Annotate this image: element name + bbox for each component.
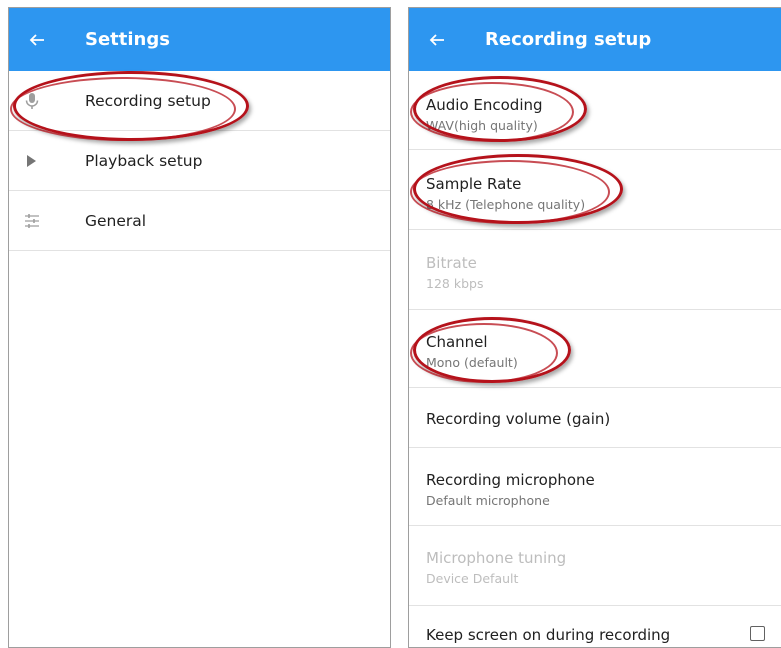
recording-setup-screen: Recording setup Audio Encoding WAV(high … — [408, 7, 781, 648]
page-title: Settings — [85, 29, 170, 50]
pref-sample-rate[interactable]: Sample Rate 8 kHz (Telephone quality) — [409, 150, 781, 230]
pref-summary: 128 kbps — [426, 276, 484, 291]
pref-recording-microphone[interactable]: Recording microphone Default microphone — [409, 448, 781, 526]
pref-title: Recording volume (gain) — [426, 410, 611, 428]
play-icon — [27, 154, 36, 167]
pref-channel[interactable]: Channel Mono (default) — [409, 310, 781, 388]
pref-keep-screen-on[interactable]: Keep screen on during recording — [409, 606, 781, 647]
pref-title: Sample Rate — [426, 175, 522, 193]
settings-app-bar: Settings — [9, 8, 390, 71]
settings-item-recording-setup[interactable]: Recording setup — [9, 71, 390, 131]
settings-item-general[interactable]: General — [9, 191, 390, 251]
pref-title: Bitrate — [426, 254, 477, 272]
settings-item-label: Playback setup — [85, 151, 203, 170]
pref-bitrate: Bitrate 128 kbps — [409, 230, 781, 310]
pref-audio-encoding[interactable]: Audio Encoding WAV(high quality) — [409, 71, 781, 150]
settings-item-label: Recording setup — [85, 91, 211, 110]
settings-item-playback-setup[interactable]: Playback setup — [9, 131, 390, 191]
pref-summary: Device Default — [426, 571, 519, 586]
settings-item-label: General — [85, 211, 147, 230]
pref-microphone-tuning: Microphone tuning Device Default — [409, 526, 781, 606]
pref-title: Keep screen on during recording — [426, 626, 671, 644]
arrow-left-icon[interactable] — [29, 32, 45, 48]
pref-title: Microphone tuning — [426, 549, 567, 567]
pref-title: Channel — [426, 333, 488, 351]
pref-summary: WAV(high quality) — [426, 118, 538, 133]
pref-summary: 8 kHz (Telephone quality) — [426, 197, 586, 212]
arrow-left-icon[interactable] — [429, 32, 445, 48]
pref-title: Recording microphone — [426, 471, 595, 489]
pref-summary: Mono (default) — [426, 355, 518, 370]
keep-screen-on-checkbox[interactable] — [750, 626, 765, 641]
pref-summary: Default microphone — [426, 493, 550, 508]
recording-app-bar: Recording setup — [409, 8, 781, 71]
pref-recording-volume[interactable]: Recording volume (gain) — [409, 388, 781, 448]
settings-screen: Settings Recording setup Playback setup … — [8, 7, 391, 648]
sliders-icon — [25, 213, 39, 228]
microphone-icon — [25, 92, 39, 109]
pref-title: Audio Encoding — [426, 96, 543, 114]
page-title: Recording setup — [485, 29, 652, 50]
